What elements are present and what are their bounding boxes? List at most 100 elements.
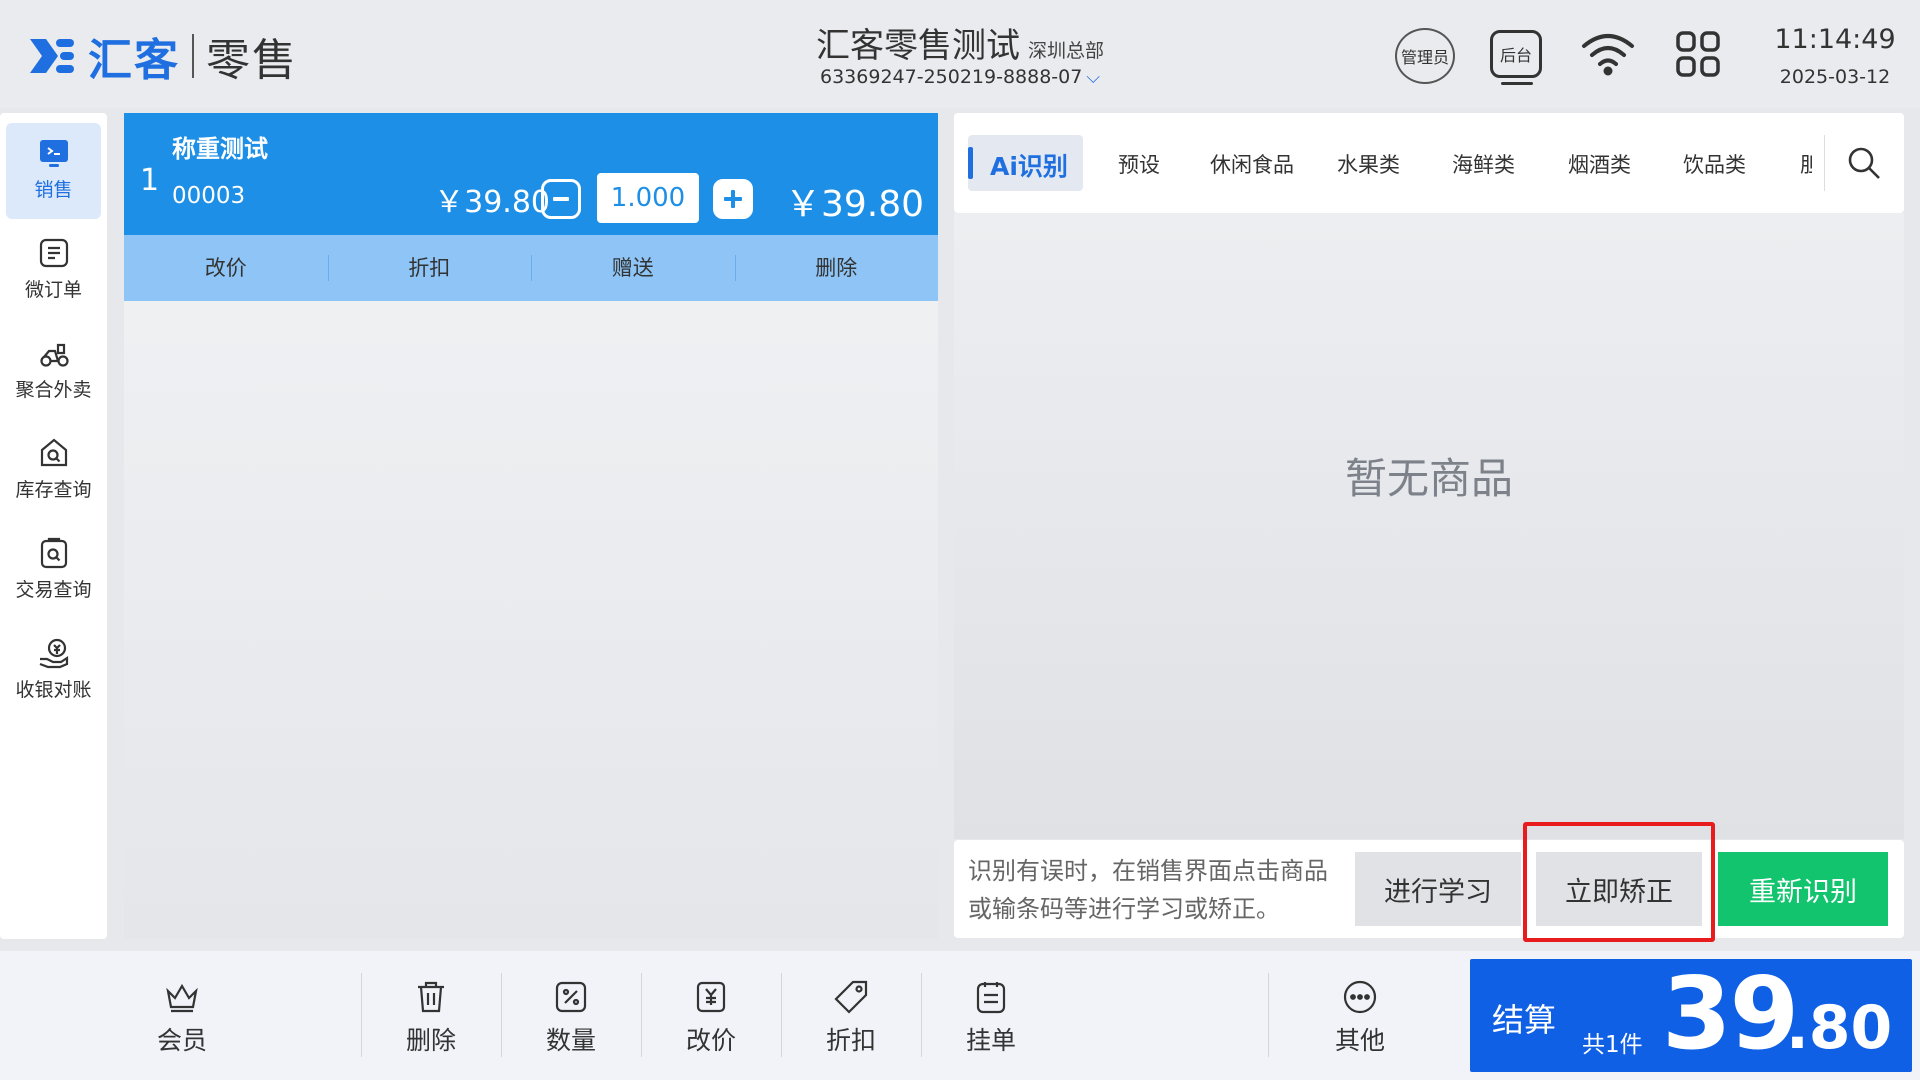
transaction-icon	[40, 537, 67, 569]
quantity-input[interactable]: 1.000	[597, 173, 699, 223]
cart-item-index: 1	[140, 163, 160, 198]
plus-icon	[724, 190, 742, 208]
role-badge-button[interactable]: 管理员	[1395, 28, 1455, 84]
discount-button[interactable]: 折扣	[327, 235, 532, 301]
ai-recognition-bar: 识别有误时，在销售界面点击商品或输条码等进行学习或矫正。 进行学习 立即矫正 重…	[954, 840, 1904, 938]
cart-item-name: 称重测试	[172, 135, 268, 163]
category-tab[interactable]: 胆	[1800, 149, 1812, 179]
delete-button[interactable]: 删除	[371, 979, 491, 1057]
category-tab[interactable]: 海鲜类	[1452, 149, 1515, 179]
tool-label: 挂单	[965, 1026, 1016, 1055]
app-grid-icon[interactable]	[1675, 30, 1721, 78]
order-icon	[39, 238, 68, 268]
tool-label: 其他	[1334, 1026, 1385, 1055]
cart-panel: 1 称重测试 00003 ￥39.80 1.000 ￥39.80 改价 折扣 赠…	[124, 113, 938, 939]
category-tab[interactable]: 烟酒类	[1568, 149, 1631, 179]
learn-button[interactable]: 进行学习	[1355, 852, 1521, 926]
empty-state-text: 暂无商品	[1344, 454, 1513, 503]
cart-item-row[interactable]: 1 称重测试 00003 ￥39.80 1.000 ￥39.80	[124, 113, 938, 235]
checkout-amount-decimal: .80	[1786, 993, 1893, 1063]
checkout-item-count: 共1件	[1582, 1032, 1643, 1058]
toolbar-divider	[501, 973, 502, 1057]
crown-icon	[166, 983, 198, 1013]
sidebar-item-micro-order[interactable]: 微订单	[6, 223, 101, 319]
trash-icon	[418, 981, 444, 1013]
reconcile-icon	[39, 638, 68, 669]
checkout-label: 结算	[1492, 1001, 1557, 1039]
category-tab[interactable]: 饮品类	[1683, 149, 1746, 179]
percent-box-icon	[555, 981, 587, 1013]
device-id: 63369247-250219-8888-07	[820, 66, 1083, 88]
category-tab-label: Ai识别	[990, 152, 1068, 181]
highlight-annotation	[1523, 822, 1715, 942]
more-icon	[1343, 980, 1377, 1014]
checkout-button[interactable]: 结算 共1件 39 .80	[1470, 955, 1912, 1072]
toolbar-divider	[921, 973, 922, 1057]
delete-item-button[interactable]: 删除	[734, 235, 939, 301]
tool-label: 折扣	[825, 1026, 876, 1055]
category-tab[interactable]: 预设	[1118, 149, 1160, 179]
cart-item-total: ￥39.80	[784, 184, 924, 225]
cart-item-code: 00003	[172, 183, 246, 209]
other-button[interactable]: 其他	[1300, 979, 1420, 1057]
tool-label: 会员	[156, 1026, 207, 1055]
category-tab[interactable]: 休闲食品	[1210, 149, 1294, 179]
toolbar-divider	[1268, 973, 1269, 1057]
sidebar-item-reconcile[interactable]: 收银对账	[6, 623, 101, 719]
tool-label: 改价	[685, 1026, 736, 1055]
backstage-label: 后台	[1499, 46, 1532, 65]
quantity-increase-button[interactable]	[713, 179, 753, 219]
reidentify-button[interactable]: 重新识别	[1718, 852, 1888, 926]
search-icon[interactable]	[1846, 145, 1882, 181]
sidebar-item-delivery[interactable]: 聚合外卖	[6, 323, 101, 419]
price-tag-icon	[696, 981, 726, 1013]
hold-order-button[interactable]: 挂单	[931, 979, 1051, 1057]
product-grid: 暂无商品	[954, 213, 1904, 839]
monitor-icon	[39, 140, 68, 167]
cart-item-unit-price: ￥39.80	[434, 185, 550, 220]
quantity-button[interactable]: 数量	[511, 979, 631, 1057]
category-tab-ai[interactable]: Ai识别	[968, 135, 1083, 191]
bottom-toolbar: 会员 删除 数量 改价 折扣 挂单 其他 结算 共1件 39 .80	[0, 951, 1920, 1080]
discount-tag-icon	[834, 980, 868, 1014]
cart-item-actions: 改价 折扣 赠送 删除	[124, 235, 938, 301]
sidebar: 销售 微订单 聚合外卖 库存查询 交易查询 收银对账	[0, 113, 107, 939]
minus-icon	[553, 197, 569, 201]
ai-hint-text: 识别有误时，在销售界面点击商品或输条码等进行学习或矫正。	[968, 857, 1328, 923]
role-badge: 管理员	[1400, 48, 1449, 67]
change-price-button[interactable]: 改价	[124, 235, 328, 301]
chevron-down-icon: ⌵	[1086, 67, 1100, 88]
clipboard-icon	[976, 982, 1006, 1014]
toolbar-divider	[641, 973, 642, 1057]
sidebar-item-label: 收银对账	[15, 679, 92, 701]
store-name: 汇客零售测试	[815, 26, 1020, 66]
sidebar-item-sales[interactable]: 销售	[6, 123, 101, 219]
backstage-button[interactable]: 后台	[1490, 30, 1542, 85]
sidebar-item-transaction[interactable]: 交易查询	[6, 523, 101, 619]
sidebar-item-label: 微订单	[24, 279, 82, 301]
category-divider	[1824, 135, 1825, 191]
inventory-icon	[40, 438, 67, 467]
delivery-icon	[39, 343, 69, 367]
clock-time: 11:14:49	[1774, 24, 1896, 55]
sidebar-item-label: 聚合外卖	[15, 379, 92, 401]
sidebar-item-inventory[interactable]: 库存查询	[6, 423, 101, 519]
toolbar-divider	[361, 973, 362, 1057]
wifi-icon[interactable]	[1580, 30, 1636, 76]
gift-button[interactable]: 赠送	[531, 235, 735, 301]
sidebar-item-label: 销售	[34, 179, 73, 201]
member-button[interactable]: 会员	[122, 979, 242, 1057]
header: 汇客 零售 汇客零售测试 深圳总部 63369247-250219-8888-07…	[0, 0, 1920, 108]
quantity-decrease-button[interactable]	[541, 179, 581, 219]
category-tab[interactable]: 水果类	[1337, 149, 1400, 179]
discount-tool-button[interactable]: 折扣	[791, 979, 911, 1057]
sidebar-item-label: 库存查询	[15, 479, 92, 501]
category-bar: Ai识别 预设 休闲食品 水果类 海鲜类 烟酒类 饮品类 胆	[954, 113, 1904, 213]
change-price-tool-button[interactable]: 改价	[651, 979, 771, 1057]
store-branch: 深圳总部	[1027, 40, 1104, 62]
sidebar-item-label: 交易查询	[15, 579, 92, 601]
clock-date: 2025-03-12	[1779, 66, 1891, 88]
checkout-amount-integer: 39	[1662, 955, 1799, 1072]
tool-label: 删除	[405, 1026, 456, 1055]
toolbar-divider	[781, 973, 782, 1057]
